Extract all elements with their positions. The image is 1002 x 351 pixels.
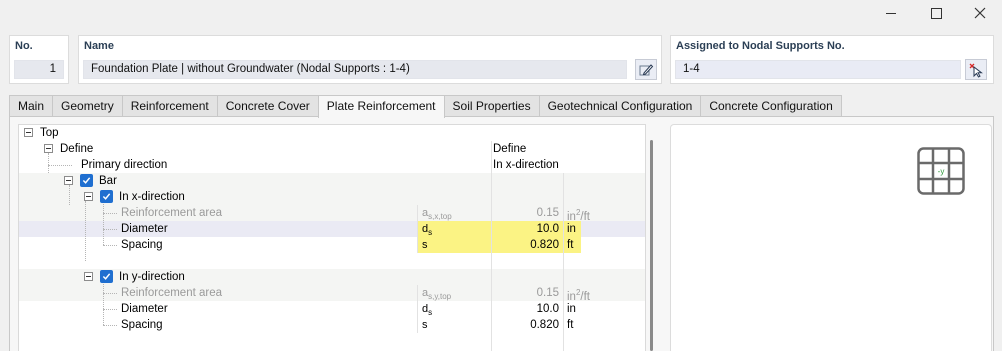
tab-concrete-configuration[interactable]: Concrete Configuration (700, 95, 842, 117)
tree-top-label: Top (40, 127, 59, 139)
minimize-icon[interactable] (869, 0, 913, 26)
x-area-label: Reinforcement area (121, 207, 222, 219)
y-diameter-symbol: ds (422, 303, 433, 318)
number-field[interactable]: 1 (14, 60, 64, 79)
tab-soil-properties[interactable]: Soil Properties (443, 95, 540, 117)
x-spacing-value[interactable]: 0.820 (499, 237, 559, 253)
y-diameter-label: Diameter (121, 303, 168, 315)
checkmark-icon (102, 273, 111, 280)
edit-name-button[interactable] (635, 59, 657, 80)
y-area-label: Reinforcement area (121, 287, 222, 299)
select-supports-button[interactable] (965, 59, 987, 80)
top-collapse-icon[interactable] (24, 128, 33, 137)
tab-geometry[interactable]: Geometry (52, 95, 123, 117)
bar-label: Bar (99, 175, 117, 187)
x-spacing-symbol: s (422, 239, 428, 251)
x-diameter-label: Diameter (121, 223, 168, 235)
y-area-value: 0.15 (536, 287, 559, 299)
primary-direction-label: Primary direction (81, 159, 168, 171)
checkmark-icon (82, 177, 91, 184)
x-area-unit: in2/ft (567, 208, 590, 223)
close-icon[interactable] (958, 0, 1002, 26)
edit-pencil-icon (639, 63, 654, 75)
x-direction-collapse-icon[interactable] (84, 192, 93, 201)
bar-checkbox[interactable] (80, 174, 93, 187)
tab-geotechnical-configuration[interactable]: Geotechnical Configuration (538, 95, 702, 117)
y-area-unit: in2/ft (567, 288, 590, 303)
y-direction-label: In y-direction (119, 271, 185, 283)
y-spacing-value[interactable]: 0.820 (499, 317, 559, 333)
x-diameter-unit: in (567, 223, 576, 235)
assigned-panel: Assigned to Nodal Supports No. 1-4 (670, 35, 994, 84)
name-panel: Name Foundation Plate | without Groundwa… (78, 35, 662, 84)
x-spacing-label: Spacing (121, 239, 163, 251)
plate-reinforcement-tree: Top Define Define Primary direction In x… (18, 124, 646, 351)
checkmark-icon (102, 193, 111, 200)
number-label: No. (15, 40, 33, 52)
reinforcement-mesh-icon: -y (917, 147, 965, 195)
tab-main[interactable]: Main (9, 95, 54, 117)
y-spacing-unit: ft (567, 319, 574, 331)
name-field[interactable]: Foundation Plate | without Groundwater (… (83, 60, 627, 79)
assigned-label: Assigned to Nodal Supports No. (676, 40, 845, 52)
number-panel: No. 1 (9, 35, 69, 84)
y-diameter-unit: in (567, 303, 576, 315)
tab-concrete-cover[interactable]: Concrete Cover (216, 95, 319, 117)
tab-plate-reinforcement[interactable]: Plate Reinforcement (317, 95, 445, 118)
y-direction-checkbox[interactable] (100, 270, 113, 283)
preview-panel: -y (670, 124, 992, 351)
y-spacing-label: Spacing (121, 319, 163, 331)
x-direction-checkbox[interactable] (100, 190, 113, 203)
y-spacing-symbol: s (422, 319, 428, 331)
tab-reinforcement[interactable]: Reinforcement (121, 95, 218, 117)
y-area-symbol: as,y,top (422, 287, 452, 302)
x-spacing-unit: ft (567, 239, 574, 251)
x-diameter-value[interactable]: 10.0 (499, 221, 559, 237)
define-label: Define (60, 143, 94, 155)
assigned-field[interactable]: 1-4 (675, 60, 961, 79)
vertical-scrollbar[interactable] (650, 140, 653, 351)
pick-cursor-icon (969, 63, 983, 78)
bar-collapse-icon[interactable] (64, 176, 73, 185)
y-direction-collapse-icon[interactable] (84, 272, 93, 281)
x-area-symbol: as,x,top (422, 207, 452, 222)
maximize-icon[interactable] (914, 0, 958, 26)
name-label: Name (84, 40, 114, 52)
define-collapse-icon[interactable] (44, 144, 53, 153)
define-value: Define (493, 143, 527, 155)
x-area-value: 0.15 (536, 207, 559, 219)
primary-direction-value[interactable]: In x-direction (493, 157, 559, 173)
preview-axis-label: -y (938, 167, 945, 176)
tab-bar: Main Geometry Reinforcement Concrete Cov… (9, 95, 842, 118)
y-diameter-value[interactable]: 10.0 (499, 301, 559, 317)
x-direction-label: In x-direction (119, 191, 185, 203)
title-bar (0, 0, 1002, 26)
x-diameter-symbol: ds (422, 223, 433, 238)
